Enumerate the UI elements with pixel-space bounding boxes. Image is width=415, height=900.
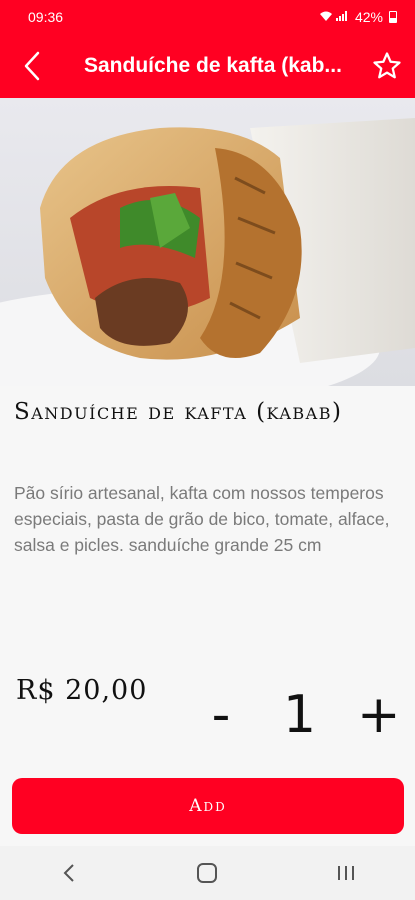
status-indicators: 42% — [319, 9, 397, 25]
app-bar: Sanduíche de kafta (kab... — [0, 34, 415, 98]
increase-quantity-button[interactable]: + — [357, 689, 401, 741]
product-image — [0, 98, 415, 386]
status-time: 09:36 — [28, 9, 64, 25]
status-bar: 09:36 42% — [0, 0, 415, 34]
add-to-cart-button[interactable]: Add — [12, 778, 404, 834]
nav-recents-icon — [337, 866, 354, 880]
battery-icon — [389, 11, 397, 23]
favorite-button[interactable] — [359, 34, 415, 98]
back-button[interactable] — [0, 34, 64, 98]
star-icon — [373, 52, 401, 79]
page-title: Sanduíche de kafta (kab... — [84, 54, 342, 77]
nav-recents-button[interactable] — [316, 846, 376, 900]
system-nav-bar — [0, 846, 415, 900]
product-name: Sanduíche de kafta (kabab) — [14, 399, 343, 425]
chevron-left-icon — [24, 51, 40, 81]
nav-home-button[interactable] — [177, 846, 237, 900]
battery-percent: 42% — [354, 9, 383, 25]
nav-home-icon — [197, 863, 218, 883]
wifi-signal-icon — [319, 10, 349, 25]
product-description: Pão sírio artesanal, kafta com nossos te… — [14, 483, 390, 555]
quantity-stepper: - 1 + — [203, 680, 401, 750]
nav-back-icon — [63, 864, 74, 882]
nav-back-button[interactable] — [39, 846, 99, 900]
product-price: R$ 20,00 — [16, 675, 148, 706]
quantity-value: 1 — [283, 685, 317, 745]
decrease-quantity-button[interactable]: - — [203, 689, 239, 741]
